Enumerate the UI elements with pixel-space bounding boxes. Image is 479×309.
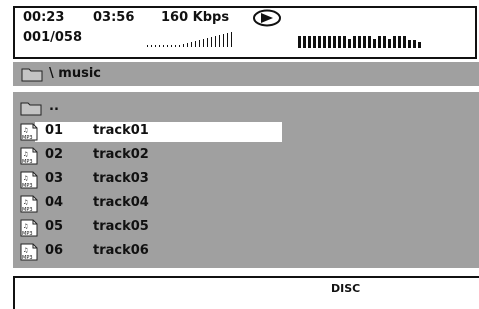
spectrum-bars [298, 36, 421, 48]
list-item[interactable]: ♫ MP3 05 track05 [13, 218, 479, 238]
track-counter: 001/058 [23, 30, 83, 45]
track-number: 01 [45, 123, 64, 138]
volume-meter [147, 32, 232, 47]
track-name: track04 [93, 195, 149, 210]
list-item[interactable]: ♫ MP3 03 track03 [13, 170, 479, 190]
list-item[interactable]: ♫ MP3 06 track06 [13, 242, 479, 262]
svg-text:♫: ♫ [23, 199, 28, 206]
svg-text:MP3: MP3 [22, 159, 33, 165]
mp3-file-icon: ♫ MP3 [20, 195, 38, 213]
track-number: 06 [45, 243, 64, 258]
status-panel: 00:23 03:56 160 Kbps 001/058 [13, 6, 477, 59]
svg-text:♫: ♫ [23, 175, 28, 182]
source-panel: DISC [13, 276, 479, 309]
svg-text:MP3: MP3 [22, 255, 33, 261]
parent-folder-row[interactable]: .. [13, 98, 479, 118]
selection-highlight [35, 122, 282, 142]
svg-text:♫: ♫ [23, 151, 28, 158]
path-bar: \ music [13, 62, 479, 86]
svg-text:MP3: MP3 [22, 135, 33, 141]
bitrate: 160 Kbps [161, 10, 230, 25]
mp3-file-icon: ♫ MP3 [20, 123, 38, 141]
svg-text:♫: ♫ [23, 247, 28, 254]
svg-text:♫: ♫ [23, 223, 28, 230]
parent-folder-label: .. [49, 99, 59, 114]
svg-text:MP3: MP3 [22, 183, 33, 189]
mp3-file-icon: ♫ MP3 [20, 243, 38, 261]
track-number: 02 [45, 147, 64, 162]
mp3-file-icon: ♫ MP3 [20, 219, 38, 237]
play-icon[interactable] [252, 9, 282, 27]
track-name: track05 [93, 219, 149, 234]
source-label: DISC [331, 282, 361, 295]
track-number: 04 [45, 195, 64, 210]
svg-text:MP3: MP3 [22, 231, 33, 237]
svg-text:♫: ♫ [23, 127, 28, 134]
total-time: 03:56 [93, 10, 135, 25]
list-item[interactable]: ♫ MP3 04 track04 [13, 194, 479, 214]
track-name: track02 [93, 147, 149, 162]
current-path: \ music [49, 66, 101, 81]
list-item[interactable]: ♫ MP3 02 track02 [13, 146, 479, 166]
track-number: 05 [45, 219, 64, 234]
mp3-file-icon: ♫ MP3 [20, 147, 38, 165]
track-name: track01 [93, 123, 149, 138]
folder-icon [20, 102, 42, 116]
folder-icon [21, 68, 43, 82]
track-name: track03 [93, 171, 149, 186]
track-number: 03 [45, 171, 64, 186]
track-name: track06 [93, 243, 149, 258]
list-item[interactable]: ♫ MP3 01 track01 [13, 122, 479, 142]
elapsed-time: 00:23 [23, 10, 65, 25]
mp3-file-icon: ♫ MP3 [20, 171, 38, 189]
file-list: .. ♫ MP3 01 track01 ♫ MP3 02 track02 ♫ M… [13, 92, 479, 268]
svg-text:MP3: MP3 [22, 207, 33, 213]
